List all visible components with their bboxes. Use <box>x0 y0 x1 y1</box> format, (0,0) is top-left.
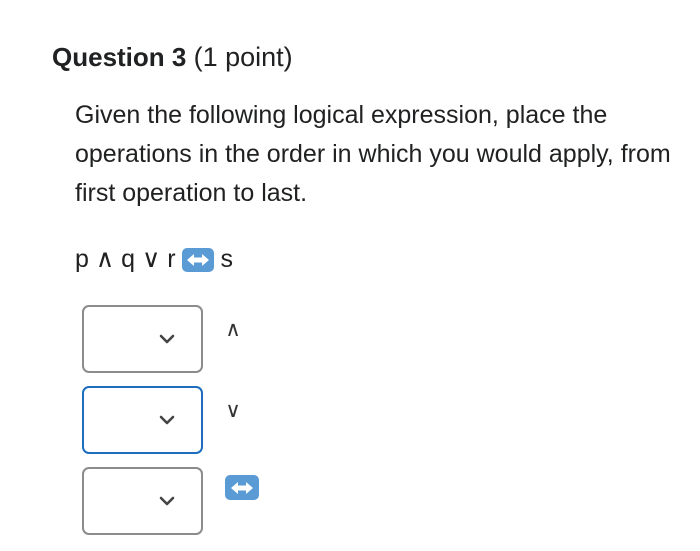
question-points: (1 point) <box>193 42 293 72</box>
order-select-2[interactable] <box>82 386 203 454</box>
question-header: Question 3 (1 point) <box>52 40 293 74</box>
order-select-1[interactable] <box>82 305 203 373</box>
question-prompt: Given the following logical expression, … <box>75 101 671 207</box>
expression-part-2: s <box>220 245 234 273</box>
answer-row-1 <box>82 305 203 373</box>
chevron-down-icon <box>159 496 175 506</box>
chevron-down-icon <box>159 334 175 344</box>
left-right-arrow-icon <box>225 475 259 500</box>
left-right-arrow-icon <box>181 248 214 272</box>
order-select-3[interactable] <box>82 467 203 535</box>
logical-expression: p ∧ q ∨ r s <box>75 242 233 276</box>
expression-part-1: p ∧ q ∨ r <box>75 245 176 273</box>
answer-row-2 <box>82 386 203 454</box>
operator-label-and: ∧ <box>225 318 241 341</box>
chevron-down-icon <box>159 415 175 425</box>
operator-label-or: ∨ <box>225 399 241 422</box>
question-title: Question 3 <box>52 42 187 72</box>
answer-row-3 <box>82 467 203 535</box>
